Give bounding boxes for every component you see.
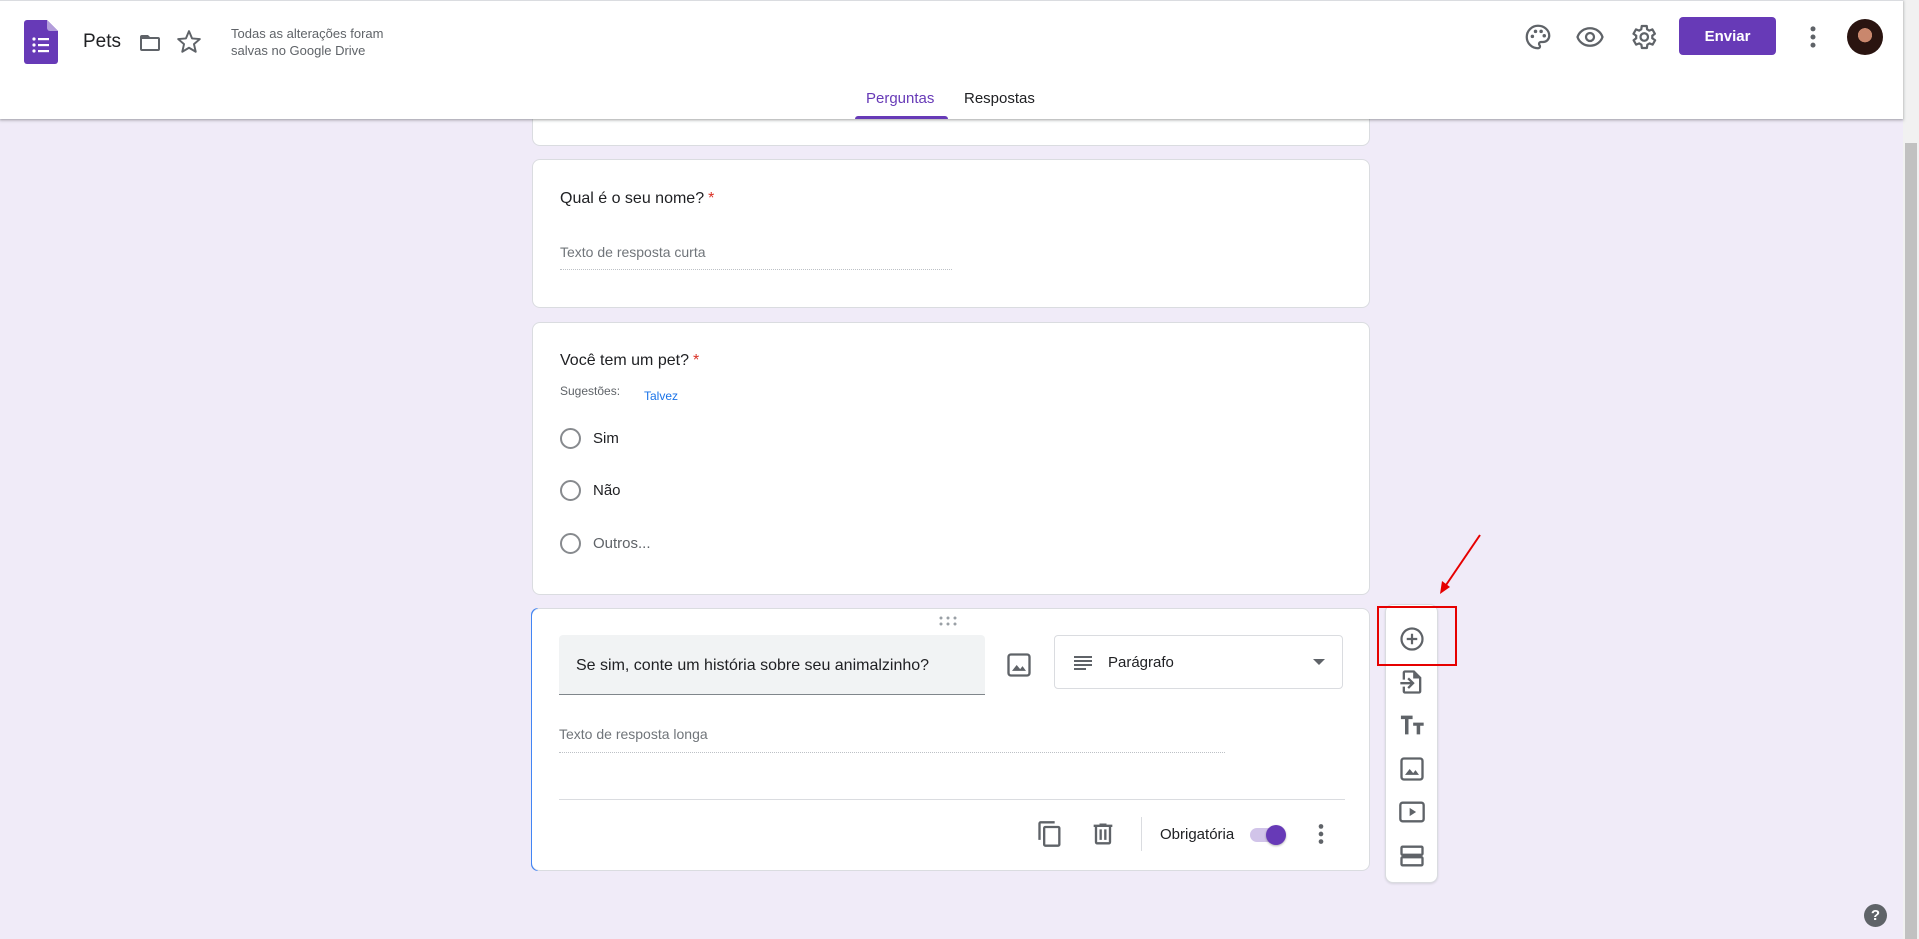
- tab-perguntas[interactable]: Perguntas: [866, 90, 934, 107]
- folder-icon[interactable]: [137, 31, 163, 55]
- long-answer-placeholder: Texto de resposta longa: [559, 721, 1225, 753]
- save-status: Todas as alterações foram salvas no Goog…: [231, 26, 384, 58]
- suggestion-chip[interactable]: Talvez: [644, 389, 678, 403]
- footer-separator: [1141, 817, 1142, 851]
- question-type-label: Parágrafo: [1108, 654, 1174, 671]
- question-title-input[interactable]: Se sim, conte um história sobre seu anim…: [559, 635, 985, 695]
- card-footer-divider: [559, 799, 1345, 800]
- palette-icon[interactable]: [1523, 22, 1553, 52]
- radio-button[interactable]: [560, 479, 581, 501]
- required-asterisk: *: [708, 190, 715, 207]
- active-tab-indicator: [855, 116, 948, 119]
- radio-button[interactable]: [560, 532, 581, 554]
- annotation-highlight-box: [1377, 606, 1457, 666]
- import-icon[interactable]: [1398, 668, 1426, 696]
- title-icon[interactable]: [1398, 711, 1426, 739]
- option-nao[interactable]: Não: [560, 478, 621, 502]
- delete-icon[interactable]: [1089, 820, 1117, 848]
- eye-icon[interactable]: [1575, 22, 1605, 52]
- required-label: Obrigatória: [1160, 826, 1235, 843]
- required-asterisk: *: [692, 352, 700, 369]
- question-title-text: Qual é o seu nome?: [560, 190, 705, 207]
- duplicate-icon[interactable]: [1036, 820, 1064, 848]
- radio-button[interactable]: [560, 427, 581, 449]
- section-icon[interactable]: [1398, 842, 1426, 870]
- short-answer-placeholder: Texto de resposta curta: [560, 240, 952, 270]
- scrollbar-thumb[interactable]: [1905, 143, 1917, 939]
- option-label: Outros...: [593, 534, 651, 552]
- option-outros[interactable]: Outros...: [560, 531, 651, 555]
- question-card-name[interactable]: Qual é o seu nome? * Texto de resposta cu…: [532, 159, 1370, 308]
- option-label: Não: [593, 481, 621, 499]
- question-title-text: Você tem um pet?: [560, 352, 689, 369]
- google-forms-logo[interactable]: [24, 20, 58, 64]
- required-toggle[interactable]: [1250, 825, 1286, 845]
- tab-respostas[interactable]: Respostas: [964, 90, 1035, 107]
- gear-icon[interactable]: [1628, 22, 1658, 52]
- toggle-knob: [1266, 825, 1286, 845]
- option-sim[interactable]: Sim: [560, 426, 619, 450]
- question-title: Qual é o seu nome? *: [560, 190, 714, 208]
- annotation-arrow-icon: [1440, 534, 1481, 594]
- image-icon[interactable]: [1398, 755, 1426, 783]
- star-icon[interactable]: [176, 29, 202, 55]
- add-image-icon[interactable]: [1005, 651, 1033, 679]
- send-button[interactable]: Enviar: [1679, 17, 1776, 55]
- help-icon[interactable]: ?: [1864, 904, 1887, 927]
- question-card-pet[interactable]: Você tem um pet? * Sugestões: Talvez Sim …: [532, 322, 1370, 595]
- option-label: Sim: [593, 429, 619, 447]
- more-vert-icon[interactable]: [1798, 22, 1828, 52]
- suggestions-label: Sugestões:: [560, 384, 621, 398]
- drag-handle-icon[interactable]: [938, 616, 958, 626]
- form-title[interactable]: Pets: [83, 31, 121, 53]
- more-vert-icon[interactable]: [1307, 820, 1335, 848]
- question-title: Você tem um pet? *: [560, 352, 699, 370]
- video-icon[interactable]: [1398, 798, 1426, 826]
- question-type-select[interactable]: Parágrafo: [1054, 635, 1343, 689]
- paragraph-icon: [1074, 656, 1092, 670]
- app-header: Pets Todas as alterações foram salvas no…: [0, 0, 1903, 119]
- dropdown-caret-icon: [1313, 659, 1325, 665]
- avatar[interactable]: [1847, 19, 1883, 55]
- question-card-active[interactable]: Se sim, conte um história sobre seu anim…: [532, 608, 1370, 871]
